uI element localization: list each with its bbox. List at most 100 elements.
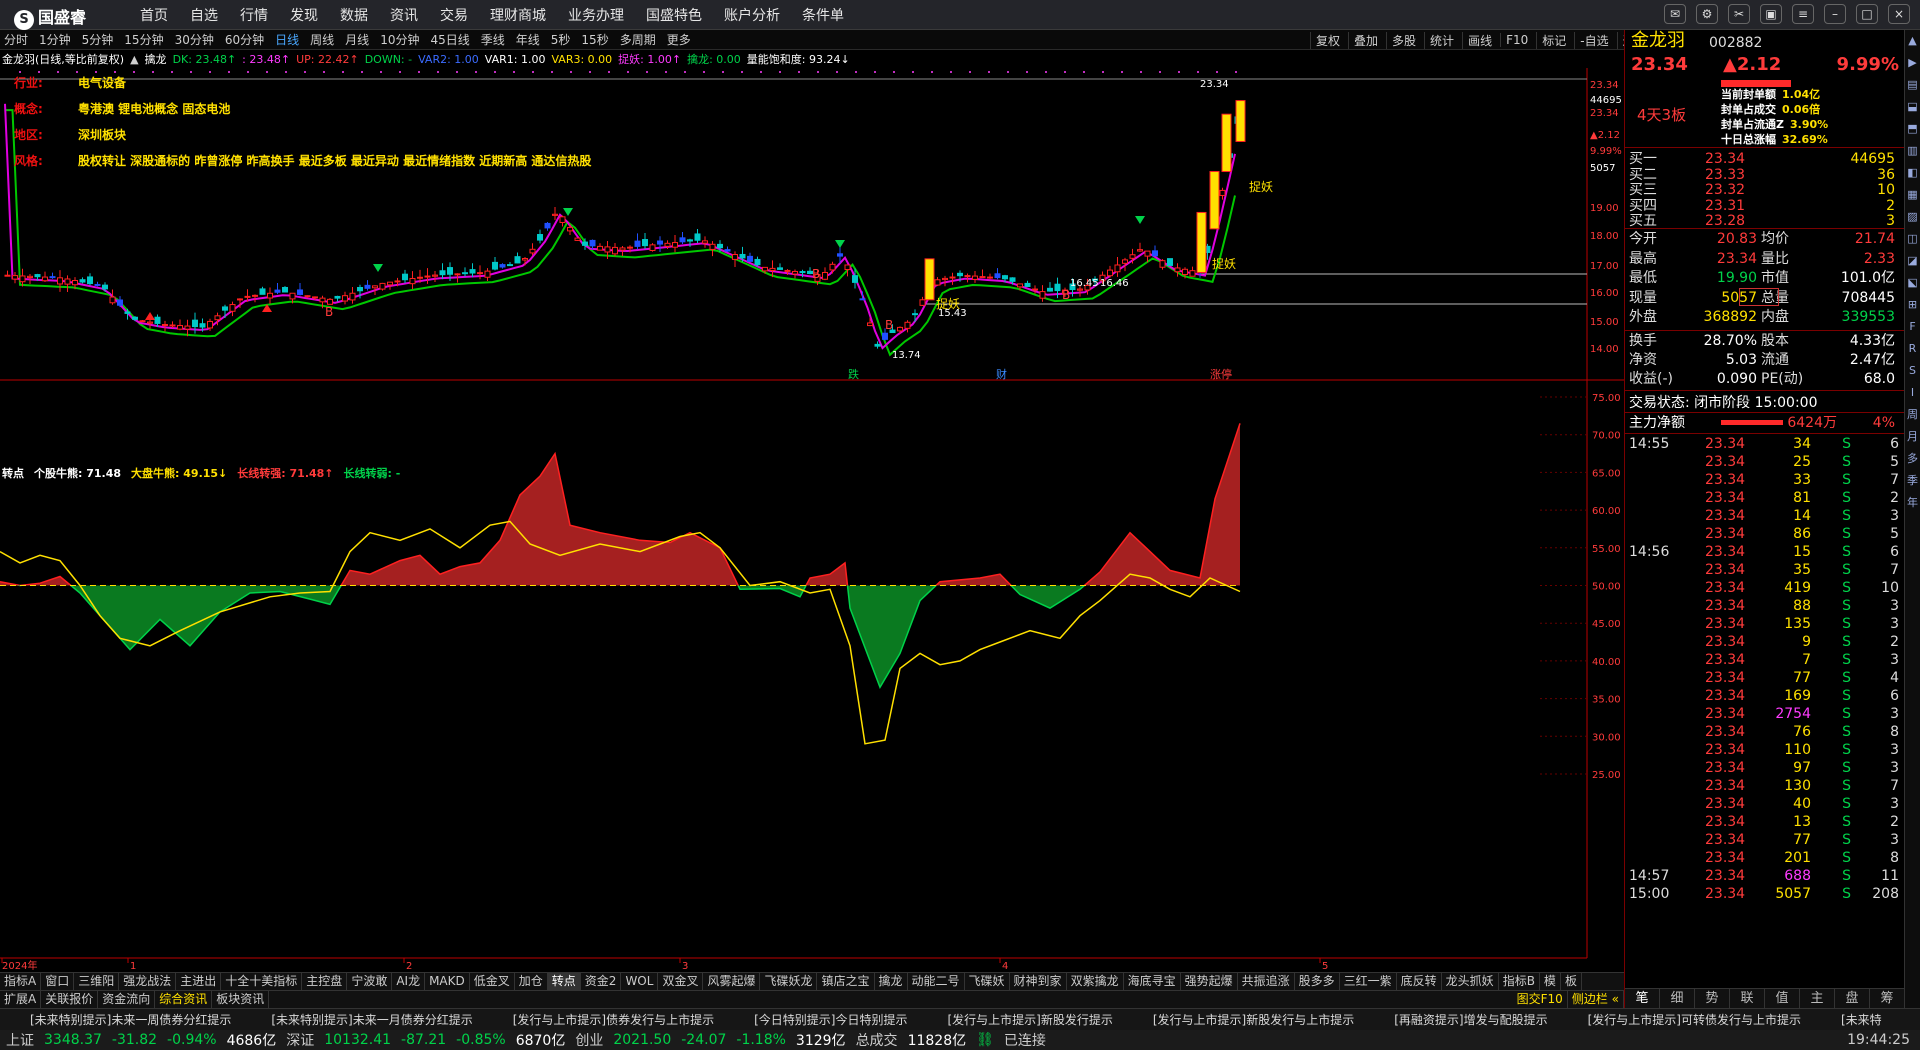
quote-tab[interactable]: 筹 [1870, 989, 1905, 1008]
indicator-tab[interactable]: AI龙 [392, 973, 426, 990]
menu-item[interactable]: 行情 [240, 5, 268, 25]
period-tab[interactable]: 45日线 [430, 31, 469, 48]
minimize-icon[interactable]: – [1824, 4, 1846, 24]
menu-item[interactable]: 条件单 [802, 5, 844, 25]
indicator-tab[interactable]: 财神到家 [1010, 973, 1067, 990]
menu-item[interactable]: 交易 [440, 5, 468, 25]
menu-item[interactable]: 国盛特色 [646, 5, 702, 25]
sz-label[interactable]: 深证 [286, 1030, 314, 1050]
period-tab[interactable]: 5秒 [551, 31, 571, 48]
period-tab[interactable]: 15分钟 [124, 31, 163, 48]
quote-tab[interactable]: 值 [1765, 989, 1800, 1008]
indicator-tab[interactable]: 加仓 [515, 973, 548, 990]
quote-tab[interactable]: 主 [1800, 989, 1835, 1008]
news-item[interactable]: [发行与上市提示]新股发行与上市提示 [1153, 1011, 1354, 1028]
sidebar-item[interactable]: S [1905, 360, 1920, 382]
indicator-tab[interactable]: 股多多 [1295, 973, 1340, 990]
menu-item[interactable]: 账户分析 [724, 5, 780, 25]
toolbar-button[interactable]: 统计 [1424, 31, 1454, 49]
indicator-tab[interactable]: 动能二号 [908, 973, 965, 990]
sidebar-item[interactable]: 季 [1905, 470, 1920, 492]
news-item[interactable]: [未来特别提示]未来一周债券分红提示 [30, 1011, 231, 1028]
toolbar-button[interactable]: F10 [1500, 33, 1528, 47]
indicator-tab[interactable]: 飞碟妖龙 [760, 973, 818, 990]
menu-item[interactable]: 理财商城 [490, 5, 546, 25]
news-item[interactable]: [再融资提示]增发与配股提示 [1394, 1011, 1547, 1028]
period-tab[interactable]: 10分钟 [380, 31, 419, 48]
sidebar-item[interactable]: 周 [1905, 404, 1920, 426]
sidebar-item[interactable]: 年 [1905, 492, 1920, 514]
sidebar-tool-icon[interactable]: ▶ [1905, 52, 1920, 74]
period-tab[interactable]: 多周期 [620, 31, 656, 48]
toolbar-button[interactable]: 叠加 [1348, 31, 1378, 49]
menu-icon[interactable]: ≡ [1792, 4, 1814, 24]
indicator-tab[interactable]: 强势起爆 [1181, 973, 1238, 990]
period-tab[interactable]: 60分钟 [225, 31, 264, 48]
extension-right-tab[interactable]: 图交F10 [1513, 991, 1568, 1008]
sidebar-item[interactable]: F [1905, 316, 1920, 338]
maximize-icon[interactable]: □ [1856, 4, 1878, 24]
indicator-tab[interactable]: 指标B [1499, 973, 1540, 990]
indicator-tab[interactable]: 双紫擒龙 [1067, 973, 1124, 990]
quote-tab[interactable]: 细 [1660, 989, 1695, 1008]
extension-tab[interactable]: 板块资讯 [212, 991, 270, 1008]
stock-name[interactable]: 金龙羽 [1631, 32, 1685, 50]
sidebar-tool-icon[interactable]: ◫ [1905, 228, 1920, 250]
period-tab[interactable]: 月线 [345, 31, 369, 48]
news-item[interactable]: [发行与上市提示]可转债发行与上市提示 [1588, 1011, 1801, 1028]
sidebar-tool-icon[interactable]: ◪ [1905, 250, 1920, 272]
tools-icon[interactable]: ✂ [1728, 4, 1750, 24]
extension-tab[interactable]: 关联报价 [41, 991, 99, 1008]
extension-tab[interactable]: 综合资讯 [155, 991, 213, 1008]
period-tab[interactable]: 1分钟 [39, 31, 71, 48]
news-item[interactable]: [未来特别提示]未来一月债券分红提示 [271, 1011, 472, 1028]
toolbar-button[interactable]: 标记 [1536, 31, 1566, 49]
indicator-tab[interactable]: 宁波敢 [347, 973, 393, 990]
sidebar-tool-icon[interactable]: ▨ [1905, 206, 1920, 228]
indicator-tab[interactable]: 风雾起爆 [703, 973, 761, 990]
indicator-tab[interactable]: 窗口 [41, 973, 75, 990]
extension-right-tab[interactable]: 侧边栏 « [1568, 991, 1624, 1008]
indicator-tab[interactable]: 模 [1540, 973, 1561, 990]
indicator-tab[interactable]: 镇店之宝 [817, 973, 875, 990]
period-tab[interactable]: 5分钟 [82, 31, 114, 48]
indicator-tab[interactable]: WOL [621, 973, 659, 990]
indicator-tab[interactable]: 三维阳 [74, 973, 120, 990]
indicator-tab[interactable]: 低金叉 [470, 973, 515, 990]
close-icon[interactable]: × [1888, 4, 1910, 24]
quote-tab[interactable]: 势 [1695, 989, 1730, 1008]
skin-icon[interactable]: ▣ [1760, 4, 1782, 24]
toolbar-button[interactable]: 复权 [1310, 31, 1340, 49]
news-item[interactable]: [发行与上市提示]新股发行提示 [948, 1011, 1113, 1028]
news-item[interactable]: [今日特别提示]今日特别提示 [754, 1011, 907, 1028]
indicator-tab[interactable]: 飞碟妖 [965, 973, 1010, 990]
toolbar-button[interactable]: 多股 [1386, 31, 1416, 49]
sidebar-tool-icon[interactable]: ⬕ [1905, 272, 1920, 294]
sidebar-tool-icon[interactable]: ▥ [1905, 140, 1920, 162]
toolbar-button[interactable]: -自选 [1574, 31, 1609, 49]
indicator-tab[interactable]: 主进出 [176, 973, 222, 990]
quote-tab[interactable]: 盘 [1835, 989, 1870, 1008]
sidebar-tool-icon[interactable]: ⊞ [1905, 294, 1920, 316]
sidebar-tool-icon[interactable]: ⬓ [1905, 96, 1920, 118]
sidebar-tool-icon[interactable]: ▤ [1905, 74, 1920, 96]
sidebar-tool-icon[interactable]: ▦ [1905, 184, 1920, 206]
sidebar-tool-icon[interactable]: ▲ [1905, 30, 1920, 52]
indicator-tab[interactable]: 共振追涨 [1238, 973, 1295, 990]
indicator-tab[interactable]: 三红一紫 [1340, 973, 1397, 990]
indicator-tab[interactable]: 十全十美指标 [221, 973, 303, 990]
toolbar-button[interactable]: 画线 [1462, 31, 1492, 49]
sidebar-item[interactable]: 多 [1905, 448, 1920, 470]
sidebar-tool-icon[interactable]: ◧ [1905, 162, 1920, 184]
sidebar-item[interactable]: R [1905, 338, 1920, 360]
period-tab[interactable]: 季线 [481, 31, 505, 48]
indicator-tab[interactable]: 底反转 [1397, 973, 1442, 990]
indicator-tab[interactable]: 双金叉 [658, 973, 704, 990]
period-tab[interactable]: 更多 [667, 31, 691, 48]
sidebar-item[interactable]: I [1905, 382, 1920, 404]
indicator-tab[interactable]: 指标A [0, 973, 42, 990]
period-tab[interactable]: 年线 [516, 31, 540, 48]
period-tab[interactable]: 30分钟 [175, 31, 214, 48]
period-tab[interactable]: 日线 [275, 31, 299, 48]
indicator-tab[interactable]: 强龙战法 [119, 973, 177, 990]
